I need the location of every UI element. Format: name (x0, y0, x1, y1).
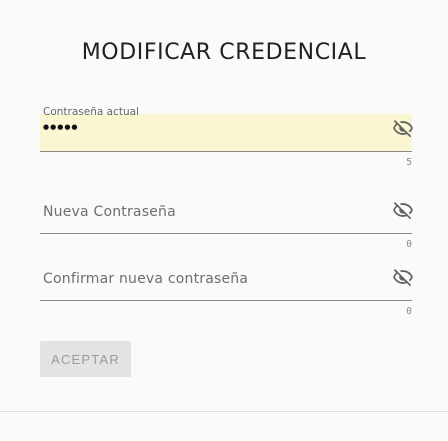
new-password-field[interactable]: Nueva Contraseña (40, 196, 414, 234)
confirm-password-counter: 0 (406, 306, 412, 317)
change-credential-card: MODIFICAR CREDENCIAL Contraseña actual ●… (0, 0, 448, 441)
new-password-counter: 0 (406, 239, 412, 250)
divider (0, 411, 448, 412)
current-password-value[interactable]: ●●●●● (43, 123, 79, 131)
eye-off-icon[interactable] (392, 117, 414, 139)
new-password-label: Nueva Contraseña (43, 204, 176, 220)
eye-off-icon[interactable] (392, 266, 414, 288)
page-title: MODIFICAR CREDENCIAL (81, 40, 367, 65)
confirm-password-label: Confirmar nueva contraseña (43, 271, 249, 287)
confirm-password-field[interactable]: Confirmar nueva contraseña (40, 263, 414, 301)
current-password-counter: 5 (406, 157, 412, 168)
eye-off-icon[interactable] (392, 199, 414, 221)
current-password-label: Contraseña actual (43, 106, 139, 118)
current-password-field[interactable]: Contraseña actual ●●●●● (40, 106, 414, 152)
accept-button[interactable]: ACEPTAR (40, 341, 131, 377)
